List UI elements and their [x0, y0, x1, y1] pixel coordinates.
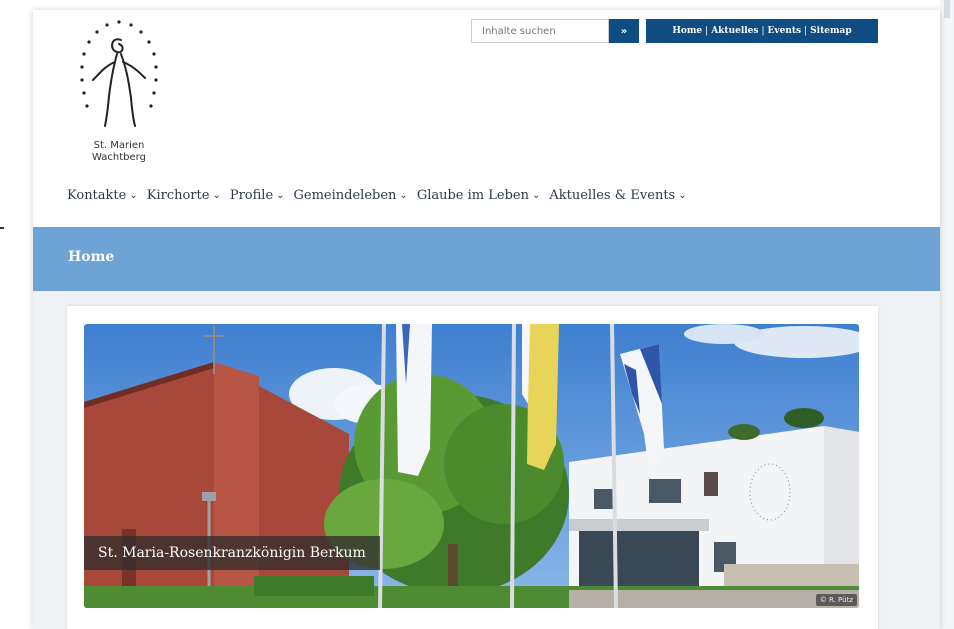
- toplink-separator: |: [804, 26, 808, 36]
- nav-label: Gemeindeleben: [293, 188, 397, 203]
- top-links-bar: Home | Aktuelles | Events | Sitemap: [646, 19, 878, 43]
- nav-item-glaube-im-leben[interactable]: Glaube im Leben ⌄: [417, 188, 541, 203]
- nav-item-kirchorte[interactable]: Kirchorte ⌄: [147, 188, 221, 203]
- main-content: St. Maria-Rosenkranzkönigin Berkum © R. …: [33, 291, 940, 629]
- photo-credit: © R. Pütz: [815, 594, 857, 606]
- chevron-down-icon: ⌄: [678, 190, 687, 201]
- nav-label: Kontakte: [67, 188, 127, 203]
- logo-line-2: Wachtberg: [92, 152, 146, 163]
- toplink-home[interactable]: Home: [672, 26, 702, 36]
- slider-image[interactable]: St. Maria-Rosenkranzkönigin Berkum © R. …: [84, 324, 859, 608]
- madonna-stars-icon: [80, 20, 158, 127]
- nav-label: Kirchorte: [146, 188, 210, 203]
- slider-card: St. Maria-Rosenkranzkönigin Berkum © R. …: [67, 306, 878, 629]
- toplink-events[interactable]: Events: [768, 26, 802, 36]
- nav-item-profile[interactable]: Profile ⌄: [230, 188, 285, 203]
- chevron-down-icon: ⌄: [399, 190, 408, 201]
- site-logo[interactable]: St. Marien Wachtberg: [69, 18, 169, 168]
- chevron-down-icon: ⌄: [129, 190, 138, 201]
- chevron-down-icon: ⌄: [531, 190, 541, 201]
- scrollbar-thumb[interactable]: [944, 0, 950, 18]
- chevron-down-icon: ⌄: [212, 190, 221, 201]
- logo-wordmark: St. Marien Wachtberg: [69, 140, 169, 164]
- nav-label: Aktuelles & Events: [549, 188, 676, 203]
- logo-line-1: St. Marien: [93, 140, 145, 151]
- page-edge-mark: [0, 227, 4, 229]
- page-title: Home: [68, 249, 115, 265]
- toplink-separator: |: [761, 26, 765, 36]
- page-container: St. Marien Wachtberg » Home | Aktuelles …: [33, 10, 940, 629]
- slide-caption: St. Maria-Rosenkranzkönigin Berkum: [84, 536, 380, 570]
- nav-item-aktuelles-events[interactable]: Aktuelles & Events ⌄: [549, 188, 686, 203]
- search-input[interactable]: [471, 19, 609, 43]
- nav-label: Glaube im Leben: [416, 188, 529, 203]
- nav-item-gemeindeleben[interactable]: Gemeindeleben ⌄: [294, 188, 408, 203]
- search-button[interactable]: »: [609, 19, 639, 43]
- toplink-sitemap[interactable]: Sitemap: [810, 26, 851, 36]
- nav-item-kontakte[interactable]: Kontakte ⌄: [67, 188, 138, 203]
- toplink-aktuelles[interactable]: Aktuelles: [711, 26, 758, 36]
- main-navigation: Kontakte ⌄ Kirchorte ⌄ Profile ⌄ Gemeindele…: [67, 188, 687, 203]
- page-title-banner: Home: [33, 227, 940, 291]
- nav-label: Profile: [229, 188, 274, 203]
- browser-scrollbar[interactable]: [940, 0, 954, 629]
- toplink-separator: |: [705, 26, 709, 36]
- chevron-down-icon: ⌄: [276, 190, 285, 201]
